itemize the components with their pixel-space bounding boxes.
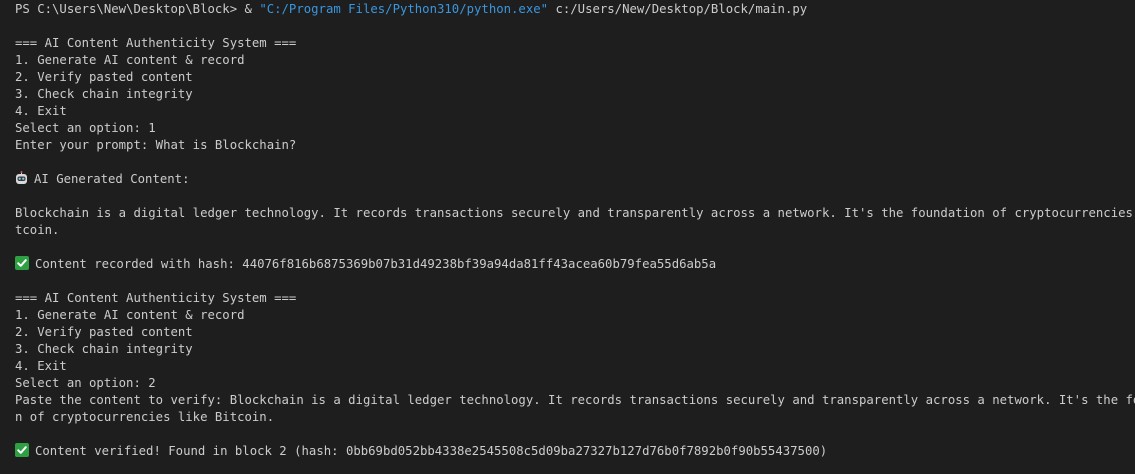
check-icon [15, 256, 29, 270]
menu-option: 4. Exit [15, 359, 67, 373]
paste-line: Paste the content to verify: Blockchain … [15, 393, 1135, 407]
menu-option: 3. Check chain integrity [15, 342, 193, 356]
script-path: c:/Users/New/Desktop/Block/main.py [548, 2, 808, 16]
menu-option: 3. Check chain integrity [15, 87, 193, 101]
python-path: "C:/Program Files/Python310/python.exe" [259, 2, 549, 16]
menu-option: 2. Verify pasted content [15, 70, 193, 84]
verified-text: Content verified! Found in block 2 (hash… [35, 444, 828, 458]
menu-title: === AI Content Authenticity System === [15, 291, 297, 305]
terminal-output[interactable]: PS C:\Users\New\Desktop\Block> & "C:/Pro… [0, 0, 1135, 474]
command-line: PS C:\Users\New\Desktop\Block> & "C:/Pro… [15, 1, 1135, 18]
select-option-line: Select an option: 1 [15, 121, 156, 135]
menu-option: 1. Generate AI content & record [15, 308, 245, 322]
select-option-line: Select an option: 2 [15, 376, 156, 390]
menu-option: 2. Verify pasted content [15, 325, 193, 339]
menu-option: 1. Generate AI content & record [15, 53, 245, 67]
recorded-text: Content recorded with hash: 44076f816b68… [35, 257, 717, 271]
ai-content-line: tcoin. [15, 223, 60, 237]
paste-line: n of cryptocurrencies like Bitcoin. [15, 410, 275, 424]
prompt-input-line: Enter your prompt: What is Blockchain? [15, 138, 297, 152]
ai-content-line: Blockchain is a digital ledger technolog… [15, 206, 1135, 220]
menu-option: 4. Exit [15, 104, 67, 118]
menu-title: === AI Content Authenticity System === [15, 36, 297, 50]
prompt-prefix: PS C:\Users\New\Desktop\Block> & [15, 2, 260, 16]
ai-header-line: AI Generated Content: [15, 171, 1135, 188]
ai-header-text: AI Generated Content: [34, 172, 190, 186]
verified-line: Content verified! Found in block 2 (hash… [15, 443, 1135, 460]
check-icon [15, 443, 29, 457]
recorded-line: Content recorded with hash: 44076f816b68… [15, 256, 1135, 273]
robot-icon [15, 171, 28, 185]
